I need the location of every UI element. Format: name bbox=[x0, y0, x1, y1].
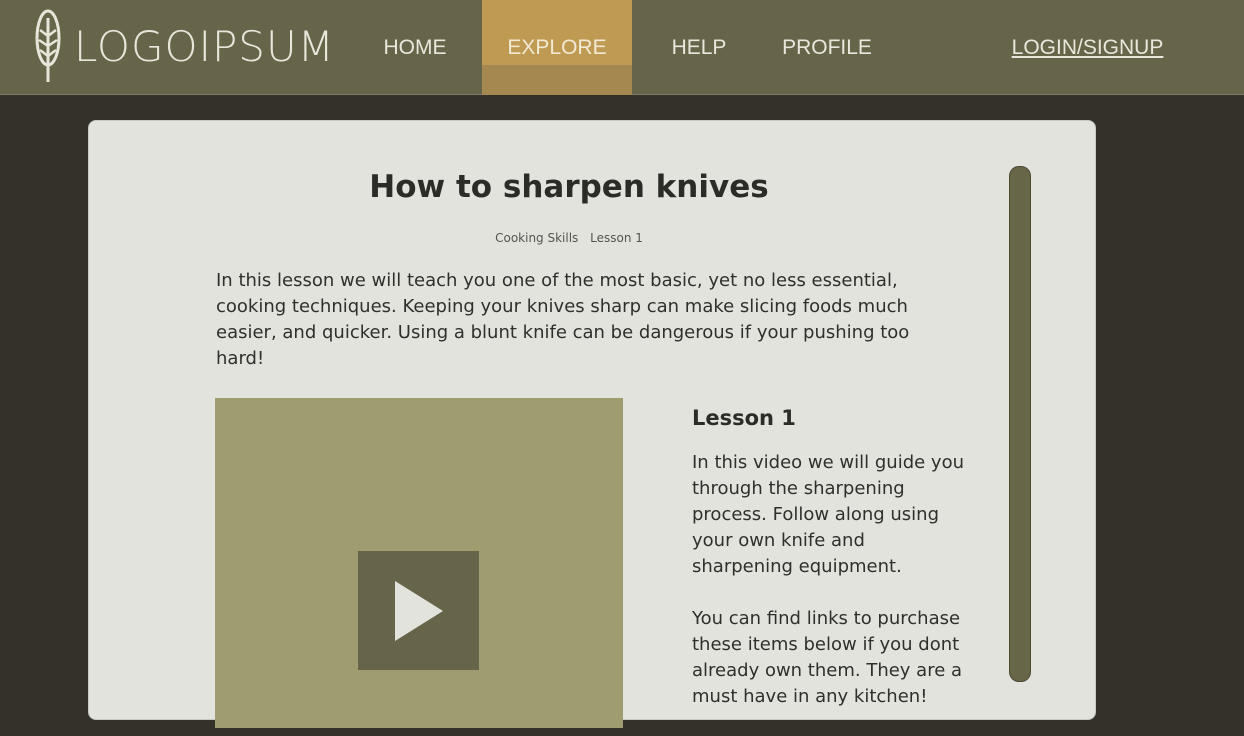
nav-explore[interactable]: EXPLORE bbox=[482, 0, 632, 95]
lesson-tag[interactable]: Lesson 1 bbox=[590, 231, 643, 245]
login-signup-label: LOGIN/SIGNUP bbox=[1011, 35, 1164, 59]
lesson-paragraph-1: In this video we will guide you through … bbox=[692, 452, 964, 577]
category-tag[interactable]: Cooking Skills bbox=[495, 231, 578, 245]
video-player[interactable] bbox=[215, 398, 623, 728]
lesson-description: In this video we will guide you through … bbox=[692, 450, 967, 736]
play-button[interactable] bbox=[358, 551, 479, 670]
nav-profile[interactable]: PROFILE bbox=[778, 0, 876, 95]
logo[interactable]: LOGOIPSUM bbox=[30, 8, 335, 84]
top-nav-bar: LOGOIPSUM HOME EXPLORE HELP PROFILE LOGI… bbox=[0, 0, 1244, 95]
nav-home-label: HOME bbox=[383, 35, 447, 59]
scrollbar[interactable] bbox=[1009, 166, 1031, 682]
nav-explore-active-bar bbox=[482, 65, 632, 95]
lesson-paragraph-2: You can find links to purchase these ite… bbox=[692, 608, 963, 707]
play-icon bbox=[394, 580, 443, 641]
logo-text: LOGOIPSUM bbox=[74, 21, 335, 71]
nav-help-label: HELP bbox=[671, 35, 727, 59]
feather-logo-icon bbox=[35, 9, 61, 82]
login-signup-link[interactable]: LOGIN/SIGNUP bbox=[1000, 0, 1175, 95]
lesson-tags: Cooking Skills Lesson 1 bbox=[89, 231, 1049, 245]
lesson-heading: Lesson 1 bbox=[692, 406, 796, 430]
lesson-card: How to sharpen knives Cooking Skills Les… bbox=[88, 120, 1096, 728]
page-title: How to sharpen knives bbox=[369, 169, 769, 205]
nav-explore-label: EXPLORE bbox=[507, 35, 607, 59]
nav-profile-label: PROFILE bbox=[782, 35, 872, 59]
intro-paragraph: In this lesson we will teach you one of … bbox=[216, 270, 910, 369]
nav-help[interactable]: HELP bbox=[665, 0, 733, 95]
nav-home[interactable]: HOME bbox=[375, 0, 455, 95]
